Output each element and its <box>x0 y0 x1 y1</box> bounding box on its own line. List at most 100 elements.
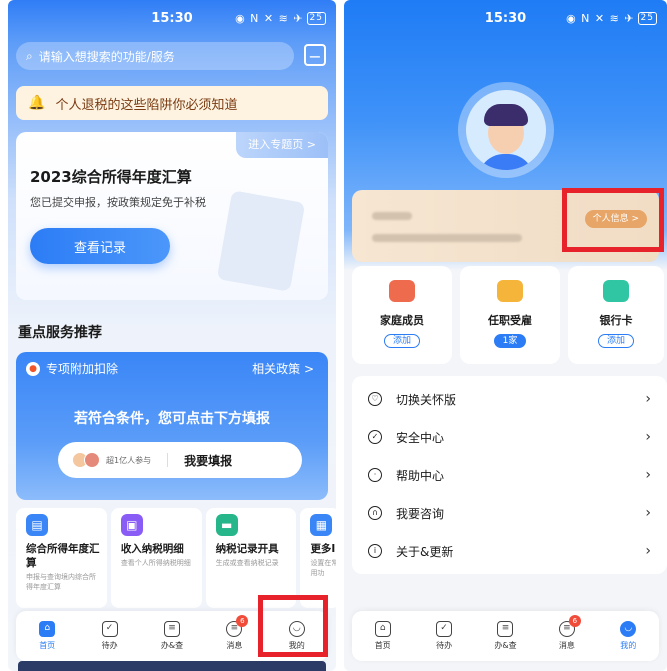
home-icon: ⌂ <box>374 621 391 637</box>
count-tag[interactable]: 1家 <box>493 334 527 348</box>
menu-item-security[interactable]: ✓ 安全中心 › <box>352 418 667 456</box>
tab-label: 办&查 <box>160 641 184 650</box>
calendar-check-icon: ✓ <box>101 621 118 637</box>
notice-banner[interactable]: 🔔 个人退税的这些陷阱你必须知道 <box>16 86 328 120</box>
tab-todo[interactable]: ✓ 待办 <box>422 621 466 651</box>
menu-label: 切换关怀版 <box>396 392 457 407</box>
service-item-more[interactable]: ▦ 更多I 设置在常用功 <box>300 508 336 608</box>
highlight-box <box>258 595 328 657</box>
menu-label: 安全中心 <box>396 430 445 445</box>
tab-label: 消息 <box>558 641 575 650</box>
bank-card-entry[interactable]: 银行卡 添加 <box>568 266 664 364</box>
tab-label: 消息 <box>226 641 243 650</box>
tab-handle-query[interactable]: ≡ 办&查 <box>483 621 527 651</box>
menu-item-care-mode[interactable]: ♡ 切换关怀版 › <box>352 380 667 418</box>
bulb-icon: · <box>368 468 382 482</box>
related-policy-link[interactable]: 相关政策 > <box>252 360 314 377</box>
avatar-ring <box>458 82 554 178</box>
info-icon: i <box>368 544 382 558</box>
tab-messages[interactable]: ≡ 6 消息 <box>212 615 256 651</box>
tab-messages[interactable]: ≡ 6 消息 <box>545 615 589 651</box>
scan-icon[interactable]: − <box>304 44 326 66</box>
tab-label: 首页 <box>39 641 56 650</box>
service-name: 纳税记录开具 <box>215 543 279 555</box>
status-icons: ◉ N ✕ ≋ ✈ 25 <box>566 11 657 25</box>
notice-text: 个人退税的这些陷阱你必须知道 <box>55 97 238 113</box>
status-icons: ◉ N ✕ ≋ ✈ 25 <box>235 11 326 25</box>
tab-label: 我的 <box>620 641 637 650</box>
tab-bar: ⌂ 首页 ✓ 待办 ≡ 办&查 ≡ 6 消息 ◡ 我的 <box>352 611 659 661</box>
fire-icon: ● <box>26 361 40 376</box>
deduction-tag-label: 专项附加扣除 <box>46 362 119 376</box>
unread-badge: 6 <box>236 615 249 627</box>
tab-label: 办&查 <box>494 641 517 650</box>
wallet-icon: ▣ <box>120 514 143 536</box>
add-tag[interactable]: 添加 <box>597 334 634 348</box>
search-input[interactable]: ⌕ 请输入想搜索的功能/服务 <box>16 42 294 70</box>
quick-entry-row: 家庭成员 添加 任职受雇 1家 银行卡 添加 <box>352 266 667 364</box>
service-name: 更多I <box>310 543 336 555</box>
avatar[interactable] <box>466 90 546 170</box>
tab-mine[interactable]: ◡ 我的 <box>606 621 650 651</box>
chevron-right-icon: › <box>645 429 651 445</box>
service-name: 综合所得年度汇算 <box>26 543 100 569</box>
unread-badge: 6 <box>568 615 581 627</box>
menu-label: 我要咨询 <box>396 506 445 521</box>
service-desc: 设置在常用功 <box>310 559 336 577</box>
participant-count: 超1亿人参与 <box>106 455 152 465</box>
fill-in-bar[interactable]: 超1亿人参与 我要填报 <box>58 442 302 478</box>
blurred-id <box>372 234 522 242</box>
view-record-button[interactable]: 查看记录 <box>30 228 170 264</box>
tab-todo[interactable]: ✓ 待办 <box>88 621 132 651</box>
service-item-record[interactable]: ▬ 纳税记录开具 生成或查看纳税记录 <box>205 508 297 608</box>
annual-settlement-card: 进入专题页 > 2023综合所得年度汇算 您已提交申报，按政策规定免于补税 查看… <box>16 132 328 300</box>
service-item-annual[interactable]: ▤ 综合所得年度汇算 申报与查询境内综合所得年度汇算 <box>16 508 107 608</box>
add-tag[interactable]: 添加 <box>383 334 420 348</box>
headset-icon: ∩ <box>368 506 382 520</box>
service-item-income[interactable]: ▣ 收入纳税明细 查看个人所得纳税明细 <box>110 508 202 608</box>
document-illustration <box>216 190 306 292</box>
search-placeholder: 请输入想搜索的功能/服务 <box>38 49 175 64</box>
tab-home[interactable]: ⌂ 首页 <box>25 621 69 651</box>
highlight-box <box>562 188 664 252</box>
special-deduction-card: ● 专项附加扣除 相关政策 > 若符合条件，您可点击下方填报 超1亿人参与 我要… <box>16 352 328 500</box>
chevron-right-icon: › <box>645 543 651 559</box>
battery-icon: 25 <box>637 11 657 25</box>
bell-icon: 🔔 <box>28 95 46 111</box>
deduction-tag: ● 专项附加扣除 <box>26 360 118 377</box>
status-bar: 15:30 ◉ N ✕ ≋ ✈ 25 <box>344 0 667 36</box>
calendar-check-icon: ✓ <box>436 621 453 637</box>
avatar-hair <box>484 104 528 126</box>
tab-label: 首页 <box>374 641 391 650</box>
chevron-right-icon: › <box>645 467 651 483</box>
bank-card-icon <box>603 280 629 302</box>
blurred-name <box>372 212 412 220</box>
participant-avatars <box>72 452 100 468</box>
status-bar: 15:30 ◉ N ✕ ≋ ✈ 25 <box>8 0 336 36</box>
doc-search-icon: ≡ <box>497 621 514 637</box>
status-icon-glyphs: ◉ N ✕ ≋ ✈ <box>235 11 304 25</box>
heart-icon: ♡ <box>368 392 382 406</box>
menu-item-about[interactable]: i 关于&更新 › <box>352 532 667 570</box>
avatar <box>84 452 100 468</box>
topic-page-link[interactable]: 进入专题页 > <box>236 132 328 158</box>
avatar-shirt <box>478 154 534 170</box>
doc-search-icon: ≡ <box>163 621 180 637</box>
entry-label: 银行卡 <box>599 314 633 327</box>
grid-icon: ▦ <box>310 514 333 536</box>
entry-label: 任职受雇 <box>488 314 532 327</box>
user-smile-icon: ◡ <box>620 621 637 637</box>
tab-home[interactable]: ⌂ 首页 <box>361 621 405 651</box>
employment-entry[interactable]: 任职受雇 1家 <box>460 266 560 364</box>
home-screen: 15:30 ◉ N ✕ ≋ ✈ 25 ⌕ 请输入想搜索的功能/服务 − 🔔 个人… <box>8 0 336 671</box>
service-desc: 查看个人所得纳税明细 <box>120 559 191 567</box>
menu-item-help[interactable]: · 帮助中心 › <box>352 456 667 494</box>
calc-icon: ▤ <box>26 514 48 536</box>
menu-item-consult[interactable]: ∩ 我要咨询 › <box>352 494 667 532</box>
service-name: 收入纳税明细 <box>120 543 184 555</box>
family-members-entry[interactable]: 家庭成员 添加 <box>352 266 452 364</box>
fill-in-button[interactable]: 我要填报 <box>184 452 232 469</box>
tab-handle-query[interactable]: ≡ 办&查 <box>150 621 194 651</box>
menu-label: 帮助中心 <box>396 468 445 483</box>
section-title: 重点服务推荐 <box>18 325 102 341</box>
